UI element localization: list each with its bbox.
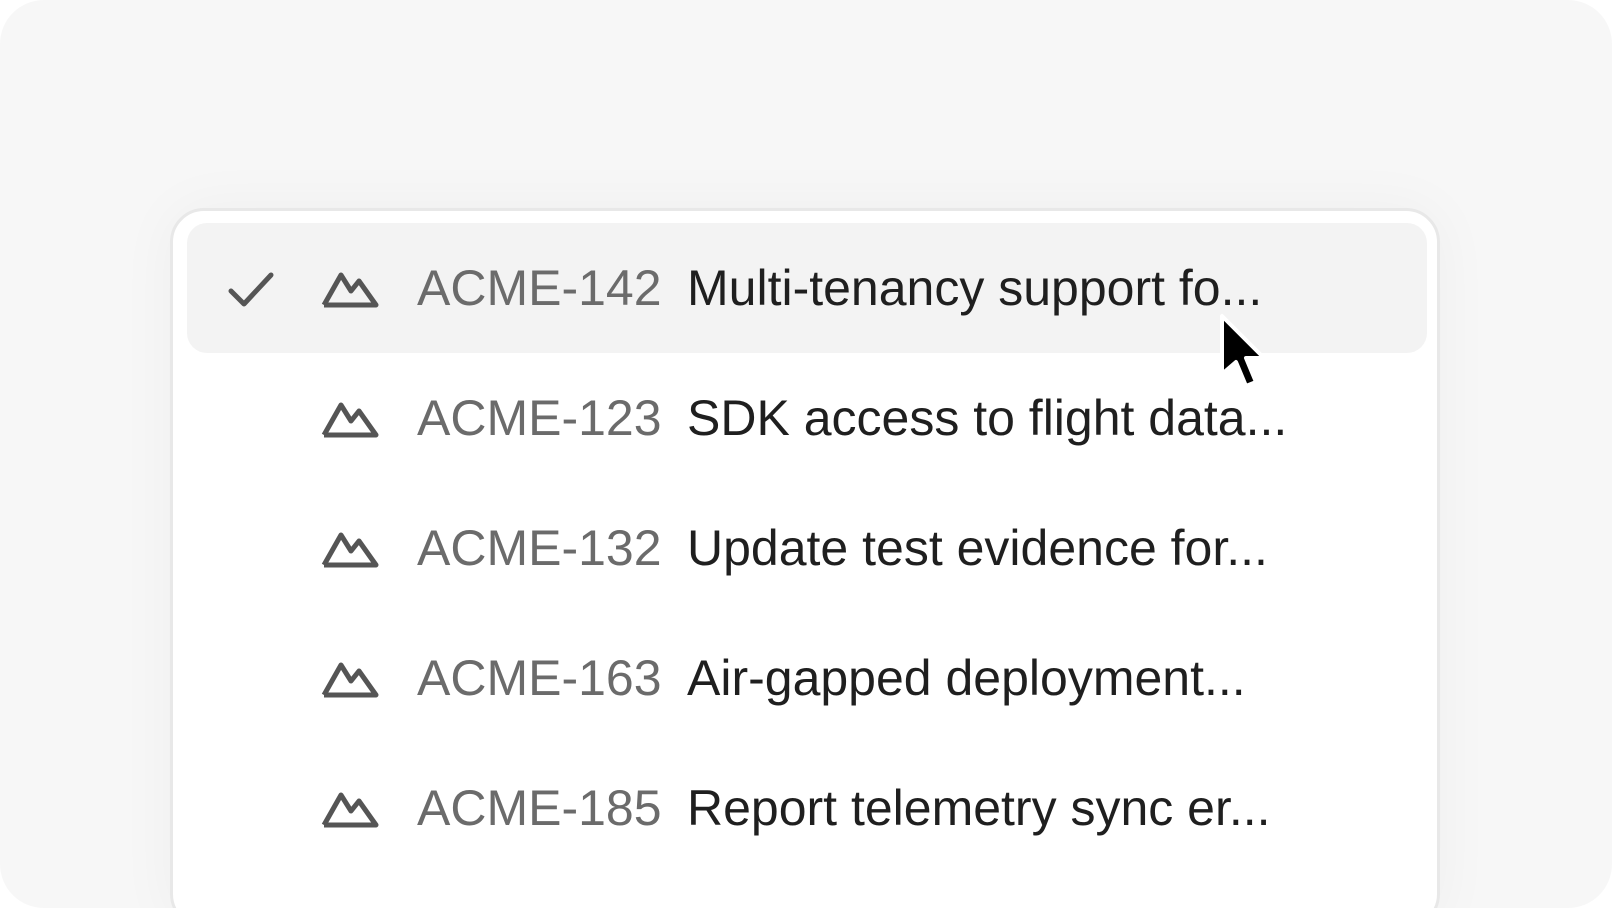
mountain-icon [321,272,379,308]
app-background: ACME-142 Multi-tenancy support fo... ACM… [0,0,1612,908]
mountain-icon [321,662,379,698]
issue-option[interactable]: ACME-185 Report telemetry sync er... [187,743,1427,873]
mountain-icon [321,532,379,568]
issue-id: ACME-123 [417,390,662,446]
checkmark-icon [228,272,274,307]
issue-title: Air-gapped deployment... [687,650,1246,706]
issue-option-selected[interactable]: ACME-142 Multi-tenancy support fo... [187,223,1427,353]
issue-dropdown-menu: ACME-142 Multi-tenancy support fo... ACM… [170,208,1440,908]
issue-id: ACME-185 [417,780,662,836]
issue-id: ACME-163 [417,650,662,706]
mountain-icon [321,402,379,438]
issue-title: SDK access to flight data... [687,390,1288,446]
issue-option[interactable]: ACME-163 Air-gapped deployment... [187,613,1427,743]
issue-title: Update test evidence for... [687,520,1268,576]
issue-id: ACME-132 [417,520,662,576]
issue-id: ACME-142 [417,260,662,316]
issue-option[interactable]: ACME-132 Update test evidence for... [187,483,1427,613]
mountain-icon [321,792,379,828]
issue-title: Multi-tenancy support fo... [687,260,1263,316]
issue-option[interactable]: ACME-123 SDK access to flight data... [187,353,1427,483]
issue-title: Report telemetry sync er... [687,780,1271,836]
